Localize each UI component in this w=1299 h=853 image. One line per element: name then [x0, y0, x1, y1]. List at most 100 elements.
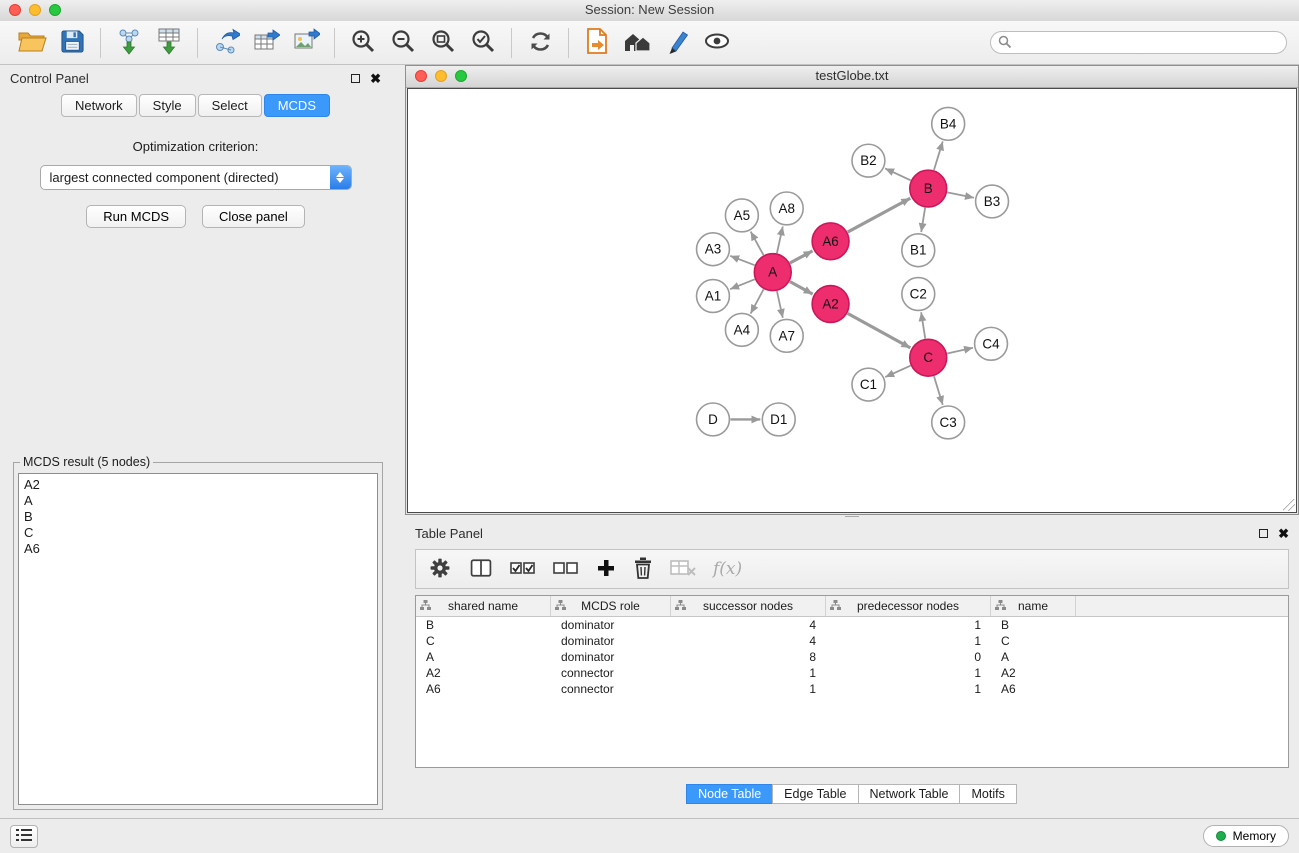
node-C[interactable]: C	[910, 339, 947, 376]
result-item[interactable]: A2	[24, 477, 372, 493]
optimization-criterion-dropdown[interactable]: largest connected component (directed)	[40, 165, 352, 190]
table-row[interactable]: A2connector11A2	[416, 665, 1288, 681]
close-table-panel-icon[interactable]: ✖	[1278, 529, 1289, 538]
export-network-button[interactable]	[206, 25, 246, 61]
result-item[interactable]: C	[24, 525, 372, 541]
node-A8[interactable]: A8	[770, 192, 803, 225]
zoom-out-button[interactable]	[383, 25, 423, 61]
result-item[interactable]: A	[24, 493, 372, 509]
close-panel-icon[interactable]: ✖	[370, 74, 381, 83]
node-D1[interactable]: D1	[762, 403, 795, 436]
edge-A-A7[interactable]	[777, 291, 783, 318]
edge-C-C2[interactable]	[921, 312, 925, 338]
node-C4[interactable]: C4	[975, 327, 1008, 360]
table-row[interactable]: Bdominator41B	[416, 617, 1288, 633]
edge-C-C1[interactable]	[885, 366, 910, 377]
import-network-button[interactable]	[109, 25, 149, 61]
tab-select[interactable]: Select	[198, 94, 262, 117]
deselect-all-button[interactable]	[553, 558, 579, 581]
show-columns-button[interactable]	[469, 556, 493, 583]
node-A4[interactable]: A4	[725, 313, 758, 346]
new-network-from-file-button[interactable]	[577, 25, 617, 61]
node-C1[interactable]: C1	[852, 368, 885, 401]
edge-A-A6[interactable]	[790, 251, 813, 263]
edge-A-A3[interactable]	[730, 256, 754, 265]
home-button[interactable]	[617, 25, 657, 61]
edge-A6-B[interactable]	[848, 198, 911, 232]
tab-mcds[interactable]: MCDS	[264, 94, 330, 117]
result-item[interactable]: A6	[24, 541, 372, 557]
table-settings-button[interactable]	[428, 556, 452, 583]
export-image-button[interactable]	[286, 25, 326, 61]
run-mcds-button[interactable]: Run MCDS	[86, 205, 186, 228]
refresh-button[interactable]	[520, 25, 560, 61]
edge-B-B3[interactable]	[947, 192, 974, 197]
edge-A-A2[interactable]	[790, 282, 813, 295]
column-header-MCDS-role[interactable]: MCDS role	[551, 596, 671, 616]
tab-motifs[interactable]: Motifs	[959, 784, 1016, 804]
node-B[interactable]: B	[910, 170, 947, 207]
memory-button[interactable]: Memory	[1203, 825, 1289, 847]
session-title: Session: New Session	[0, 2, 1299, 17]
tab-node-table[interactable]: Node Table	[686, 784, 773, 804]
close-panel-button[interactable]: Close panel	[202, 205, 305, 228]
import-table-button[interactable]	[149, 25, 189, 61]
column-header-successor-nodes[interactable]: successor nodes	[671, 596, 826, 616]
node-C3[interactable]: C3	[932, 406, 965, 439]
show-graphics-details-button[interactable]	[697, 25, 737, 61]
node-A[interactable]: A	[754, 254, 791, 291]
edge-B-B4[interactable]	[934, 141, 943, 170]
node-A7[interactable]: A7	[770, 319, 803, 352]
zoom-selected-button[interactable]	[463, 25, 503, 61]
edge-A-A8[interactable]	[777, 226, 783, 253]
resize-grip[interactable]	[1283, 499, 1295, 511]
node-D[interactable]: D	[697, 403, 730, 436]
edge-A-A1[interactable]	[730, 279, 755, 289]
export-table-button[interactable]	[246, 25, 286, 61]
tab-edge-table[interactable]: Edge Table	[772, 784, 858, 804]
node-A1[interactable]: A1	[697, 280, 730, 313]
table-row[interactable]: A6connector11A6	[416, 681, 1288, 697]
tab-style[interactable]: Style	[139, 94, 196, 117]
node-A6[interactable]: A6	[812, 223, 849, 260]
save-session-button[interactable]	[52, 25, 92, 61]
tab-network[interactable]: Network	[61, 94, 137, 117]
open-session-button[interactable]	[12, 25, 52, 61]
column-header-predecessor-nodes[interactable]: predecessor nodes	[826, 596, 991, 616]
edge-B-B1[interactable]	[921, 208, 925, 232]
column-header-shared-name[interactable]: shared name	[416, 596, 551, 616]
home-icon	[622, 28, 652, 57]
search-input[interactable]	[990, 31, 1287, 54]
result-item[interactable]: B	[24, 509, 372, 525]
add-column-button[interactable]	[596, 558, 616, 581]
column-header-name[interactable]: name	[991, 596, 1076, 616]
node-B4[interactable]: B4	[932, 107, 965, 140]
float-panel-icon[interactable]	[351, 74, 360, 83]
edge-A2-C[interactable]	[848, 313, 911, 348]
node-A5[interactable]: A5	[725, 199, 758, 232]
node-B2[interactable]: B2	[852, 144, 885, 177]
node-C2[interactable]: C2	[902, 278, 935, 311]
apply-style-button[interactable]	[657, 25, 697, 61]
table-row[interactable]: Cdominator41C	[416, 633, 1288, 649]
edge-B-B2[interactable]	[885, 168, 910, 180]
zoom-in-button[interactable]	[343, 25, 383, 61]
float-table-panel-icon[interactable]	[1259, 529, 1268, 538]
network-canvas[interactable]: B4 B2 B B3 A8 A5 A6 A3 B1 A A1 C2 A2 A4 A7 C C4 C1 C3 D D1	[407, 88, 1297, 513]
edge-A-A5[interactable]	[751, 232, 764, 256]
tab-network-table[interactable]: Network Table	[858, 784, 961, 804]
node-A3[interactable]: A3	[697, 233, 730, 266]
mcds-result-list[interactable]: A2ABCA6	[18, 473, 378, 805]
edge-C-C3[interactable]	[934, 376, 943, 405]
select-all-button[interactable]	[510, 558, 536, 581]
panel-menu-button[interactable]	[10, 825, 38, 848]
edge-A-A4[interactable]	[751, 289, 764, 313]
delete-column-button[interactable]	[633, 557, 653, 582]
node-B3[interactable]: B3	[976, 185, 1009, 218]
edge-C-C4[interactable]	[947, 348, 973, 354]
network-graph[interactable]: B4 B2 B B3 A8 A5 A6 A3 B1 A A1 C2 A2 A4 A7 C C4 C1 C3 D D1	[408, 89, 1296, 512]
node-A2[interactable]: A2	[812, 286, 849, 323]
zoom-fit-button[interactable]	[423, 25, 463, 61]
table-row[interactable]: Adominator80A	[416, 649, 1288, 665]
node-B1[interactable]: B1	[902, 234, 935, 267]
